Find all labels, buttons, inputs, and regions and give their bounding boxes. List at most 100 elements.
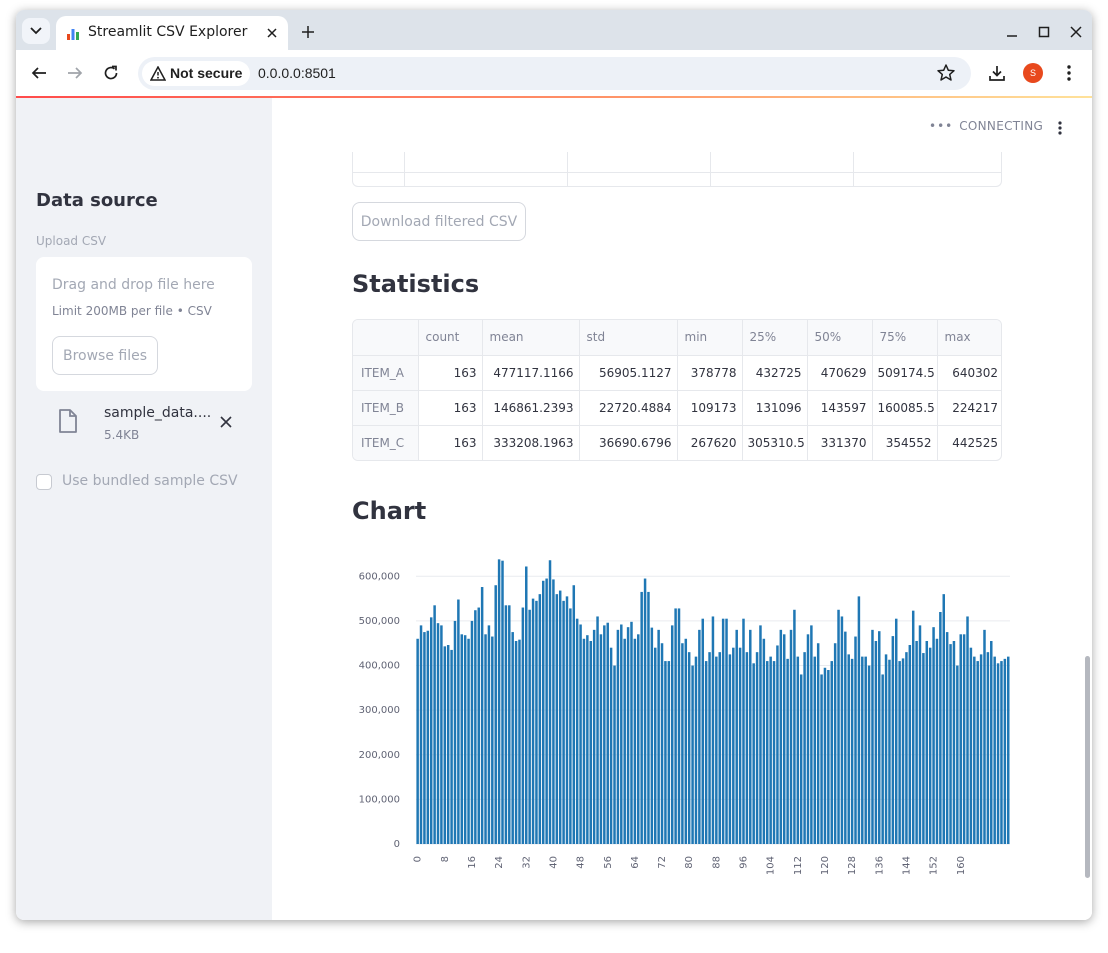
bar[interactable] [670,625,674,844]
bar[interactable] [901,658,905,844]
bar[interactable] [565,596,569,844]
bar[interactable] [789,629,793,844]
bar[interactable] [681,643,684,844]
bar[interactable] [654,647,657,844]
download-filtered-csv-button[interactable]: Download filtered CSV [352,202,526,241]
bar[interactable] [949,644,952,844]
bar[interactable] [915,641,918,844]
table-cell[interactable]: 36690.6796 [579,425,678,460]
table-cell[interactable]: 378778 [677,355,743,391]
bar[interactable] [945,632,949,844]
bar[interactable] [878,631,881,844]
bar[interactable] [419,625,423,844]
file-dropzone[interactable]: Drag and drop file here Limit 200MB per … [36,257,252,391]
bar[interactable] [956,665,959,844]
bar[interactable] [514,641,518,844]
table-cell[interactable]: 477117.1166 [482,355,580,391]
bar[interactable] [857,596,861,844]
bar[interactable] [782,634,786,844]
bar[interactable] [732,647,735,844]
bar[interactable] [599,634,603,844]
bar[interactable] [939,612,942,844]
back-arrow-icon[interactable] [26,60,52,86]
bar[interactable] [891,636,895,844]
bar[interactable] [596,616,599,844]
bar[interactable] [928,647,932,844]
bar[interactable] [552,579,555,844]
bar[interactable] [647,591,650,844]
plus-icon[interactable] [296,20,320,44]
tab-search-icon[interactable] [22,18,50,44]
bar[interactable] [694,656,698,844]
bar[interactable] [589,641,592,844]
bar[interactable] [908,645,912,844]
bar[interactable] [983,629,986,844]
bar[interactable] [660,643,664,844]
bar[interactable] [528,609,531,844]
kebab-menu-icon[interactable] [1056,60,1082,86]
star-icon[interactable] [936,63,956,83]
security-chip[interactable]: Not secure [142,61,250,86]
bar[interactable] [518,639,521,844]
table-cell[interactable]: 163 [418,355,483,391]
bar[interactable] [626,627,630,844]
bar[interactable] [426,630,430,844]
bar[interactable] [772,661,776,844]
close-icon[interactable] [262,23,282,43]
bar[interactable] [823,667,827,844]
bar[interactable] [871,629,874,844]
bar[interactable] [742,618,745,844]
bar[interactable] [443,646,447,844]
bar[interactable] [701,618,705,844]
bar[interactable] [1003,658,1007,844]
bar[interactable] [898,661,901,844]
column-header[interactable]: max [937,320,1001,356]
table-cell[interactable]: 267620 [677,425,743,460]
minimize-icon[interactable] [1000,20,1024,44]
bar[interactable] [657,629,660,844]
bar[interactable] [423,632,426,844]
bar[interactable] [806,634,810,844]
bar[interactable] [725,618,728,844]
bar[interactable] [501,560,504,844]
bar[interactable] [749,629,752,844]
bar[interactable] [738,647,742,844]
bar[interactable] [1000,661,1003,844]
bar[interactable] [844,631,847,844]
bar[interactable] [884,654,888,844]
bar[interactable] [630,621,633,844]
bar[interactable] [558,590,562,844]
table-cell[interactable]: 640302 [937,355,1001,391]
bar[interactable] [440,625,443,844]
bar[interactable] [715,656,718,844]
bar[interactable] [429,617,433,844]
column-header[interactable]: std [579,320,678,356]
bar[interactable] [755,652,759,844]
bar[interactable] [698,629,701,844]
table-cell[interactable]: ITEM_B [353,390,419,426]
bar[interactable] [460,634,464,844]
bar[interactable] [813,656,817,844]
bar[interactable] [575,618,579,844]
bar[interactable] [935,638,939,844]
bar[interactable] [861,656,864,844]
close-icon[interactable] [216,412,236,432]
bar[interactable] [480,587,484,844]
bar[interactable] [759,625,762,844]
bar[interactable] [620,624,623,844]
bar[interactable] [752,663,755,844]
bar[interactable] [925,641,929,844]
column-header[interactable]: 25% [742,320,808,356]
bar[interactable] [538,594,542,844]
table-cell[interactable]: 160085.5 [872,390,938,426]
bar[interactable] [592,629,596,844]
bar[interactable] [446,645,450,844]
bar[interactable] [508,605,511,844]
browse-files-button[interactable]: Browse files [52,336,158,375]
bar[interactable] [416,638,419,844]
bar[interactable] [586,635,589,844]
bar[interactable] [779,629,783,844]
bar[interactable] [718,652,721,844]
bar[interactable] [799,674,803,844]
bar[interactable] [952,641,956,844]
